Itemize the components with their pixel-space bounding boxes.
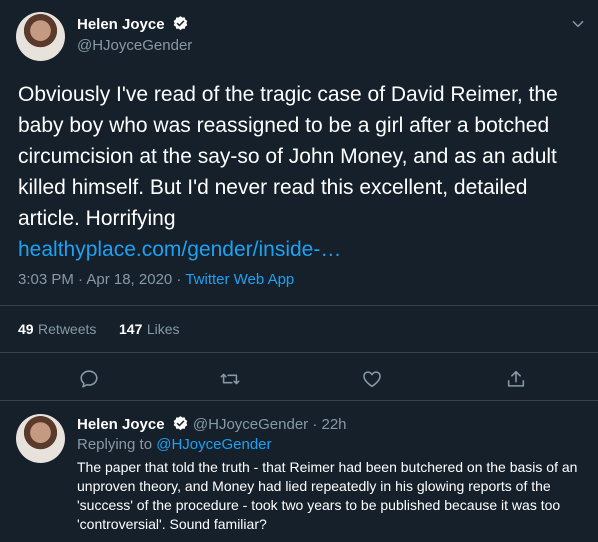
reply-author-handle[interactable]: @HJoyceGender · 22h	[193, 416, 347, 433]
retweets-stat[interactable]: 49 Retweets	[18, 321, 96, 339]
retweet-icon[interactable]	[219, 368, 241, 390]
heart-icon[interactable]	[361, 368, 383, 390]
tweet-timestamp[interactable]: 3:03 PM · Apr 18, 2020 ·	[18, 271, 185, 288]
tweet-body: Obviously I've read of the tragic case o…	[18, 79, 586, 265]
reply-icon[interactable]	[78, 368, 100, 390]
tweet-source[interactable]: Twitter Web App	[185, 271, 294, 288]
verified-badge-icon	[173, 416, 188, 431]
tweet-text: Obviously I've read of the tragic case o…	[18, 83, 558, 230]
replying-to: Replying to @HJoyceGender	[77, 436, 272, 453]
reply-author-name[interactable]: Helen Joyce	[77, 416, 165, 433]
reply-header: Helen Joyce @HJoyceGender · 22h	[77, 415, 347, 433]
chevron-down-icon[interactable]	[571, 17, 585, 31]
author-handle[interactable]: @HJoyceGender	[77, 37, 192, 54]
divider	[0, 352, 598, 353]
divider	[0, 400, 598, 401]
retweets-count: 49	[18, 321, 34, 337]
replying-to-handle[interactable]: @HJoyceGender	[156, 436, 271, 453]
tweet-meta: 3:03 PM · Apr 18, 2020 · Twitter Web App	[18, 271, 294, 288]
verified-badge-icon	[173, 16, 188, 31]
reply-text: The paper that told the truth - that Rei…	[77, 459, 578, 532]
retweets-label: Retweets	[38, 321, 97, 337]
author-avatar[interactable]	[16, 12, 65, 61]
likes-count: 147	[119, 321, 143, 337]
likes-stat[interactable]: 147 Likes	[119, 321, 180, 339]
share-icon[interactable]	[505, 368, 527, 390]
likes-label: Likes	[146, 321, 180, 337]
replying-to-label: Replying to	[77, 436, 157, 453]
author-name[interactable]: Helen Joyce	[77, 16, 165, 33]
divider	[0, 305, 598, 306]
tweet-link[interactable]: healthyplace.com/gender/inside-…	[18, 238, 341, 261]
author-name-row[interactable]: Helen Joyce	[77, 15, 189, 34]
reply-author-avatar[interactable]	[16, 414, 65, 463]
